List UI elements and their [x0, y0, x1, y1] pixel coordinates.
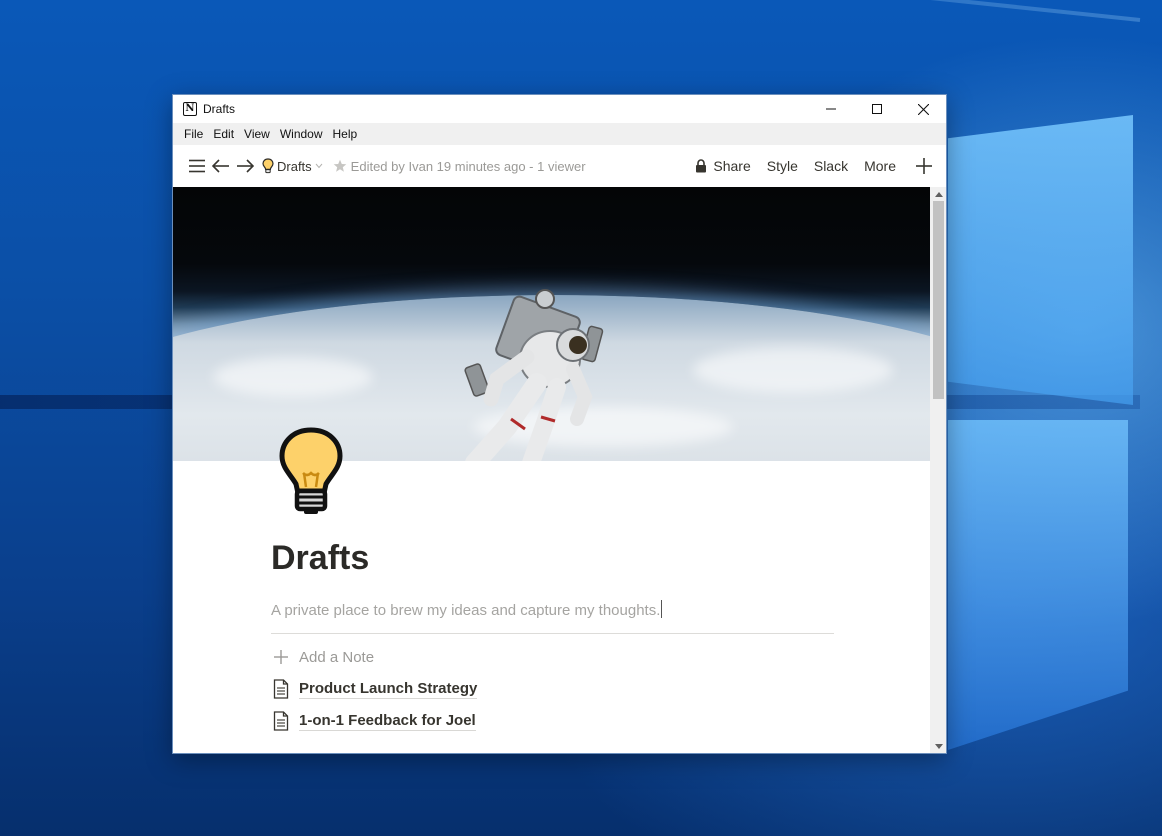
arrow-left-icon	[212, 159, 229, 173]
forward-button[interactable]	[236, 159, 254, 173]
style-button[interactable]: Style	[767, 158, 798, 174]
minimize-button[interactable]	[808, 95, 854, 123]
new-page-button[interactable]	[916, 158, 932, 174]
page-description-text: A private place to brew my ideas and cap…	[271, 602, 661, 619]
star-icon	[333, 159, 346, 172]
sidebar-toggle-button[interactable]	[188, 159, 206, 173]
wallpaper-window-pane-top	[948, 115, 1133, 405]
document-icon	[271, 711, 291, 731]
menu-bar: File Edit View Window Help	[173, 123, 946, 145]
more-button[interactable]: More	[864, 158, 896, 174]
wallpaper-window-pane-bottom	[948, 420, 1128, 750]
top-toolbar: Drafts Edited by Ivan 19 minutes ago - 1…	[173, 145, 946, 187]
lightbulb-icon	[279, 427, 343, 514]
cloud-shape	[213, 357, 373, 397]
breadcrumb[interactable]: Drafts	[262, 158, 323, 174]
scroll-thumb[interactable]	[933, 201, 944, 399]
maximize-button[interactable]	[854, 95, 900, 123]
back-button[interactable]	[212, 159, 230, 173]
page-lightbulb-icon[interactable]	[277, 427, 345, 522]
cloud-shape	[693, 347, 893, 393]
caret-down-icon	[934, 743, 943, 749]
add-note-label: Add a Note	[299, 648, 375, 666]
slack-button[interactable]: Slack	[814, 158, 848, 174]
astronaut-figure	[464, 289, 604, 461]
divider	[271, 633, 834, 634]
menu-view[interactable]: View	[239, 127, 275, 141]
favorite-button[interactable]	[333, 159, 347, 173]
document-icon	[271, 679, 291, 699]
share-label: Share	[713, 158, 751, 174]
scroll-up-button[interactable]	[930, 187, 946, 201]
page-link-1-on-1-feedback-for-joel[interactable]: 1-on-1 Feedback for Joel	[271, 709, 476, 733]
app-window: N Drafts File Edit View Window Help Draf…	[172, 94, 947, 754]
menu-file[interactable]: File	[179, 127, 208, 141]
plus-icon	[271, 650, 291, 664]
hamburger-menu-icon	[189, 159, 205, 173]
menu-help[interactable]: Help	[328, 127, 363, 141]
edited-status: Edited by Ivan 19 minutes ago - 1 viewer	[350, 158, 586, 174]
vertical-scrollbar[interactable]	[930, 187, 946, 753]
maximize-icon	[872, 104, 882, 114]
menu-edit[interactable]: Edit	[208, 127, 239, 141]
page-link-label: 1-on-1 Feedback for Joel	[299, 711, 476, 731]
lock-icon	[696, 159, 707, 173]
close-button[interactable]	[900, 95, 946, 123]
menu-window[interactable]: Window	[275, 127, 328, 141]
page-description[interactable]: A private place to brew my ideas and cap…	[271, 600, 663, 619]
page-link-label: Product Launch Strategy	[299, 679, 478, 699]
close-icon	[917, 103, 929, 115]
plus-icon	[916, 158, 932, 174]
page-content: Drafts A private place to brew my ideas …	[173, 187, 930, 753]
cover-image[interactable]	[173, 187, 930, 461]
share-button[interactable]: Share	[695, 158, 751, 174]
scroll-down-button[interactable]	[930, 739, 946, 753]
text-cursor	[661, 600, 663, 618]
page-title[interactable]: Drafts	[271, 539, 369, 578]
title-bar[interactable]: N Drafts	[173, 95, 946, 123]
window-title: Drafts	[203, 102, 236, 116]
breadcrumb-label: Drafts	[277, 158, 312, 174]
chevron-down-icon	[315, 163, 323, 169]
lightbulb-icon	[262, 158, 274, 174]
add-note-button[interactable]: Add a Note	[271, 645, 374, 669]
toolbar-actions: Share Style Slack More	[695, 145, 932, 187]
wallpaper-light-beam	[6, 0, 1141, 22]
minimize-icon	[826, 108, 836, 110]
arrow-right-icon	[237, 159, 254, 173]
window-controls	[808, 95, 946, 123]
page-link-product-launch-strategy[interactable]: Product Launch Strategy	[271, 677, 478, 701]
notion-app-icon: N	[183, 102, 197, 116]
caret-up-icon	[934, 191, 943, 197]
